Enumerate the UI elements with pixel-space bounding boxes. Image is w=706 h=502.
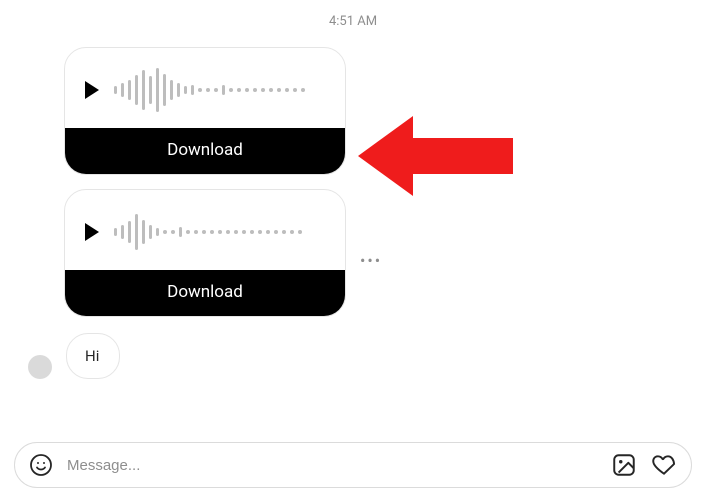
emoji-icon[interactable] xyxy=(29,453,53,477)
message-composer xyxy=(14,442,692,488)
text-message-row: Hi xyxy=(28,333,692,379)
annotation-arrow-icon xyxy=(358,116,513,196)
play-icon[interactable] xyxy=(85,81,99,99)
download-button[interactable]: Download xyxy=(65,128,345,174)
voice-message: Download xyxy=(64,47,346,175)
heart-icon[interactable] xyxy=(651,452,677,478)
text-bubble: Hi xyxy=(66,333,120,379)
play-icon[interactable] xyxy=(85,223,99,241)
waveform-icon xyxy=(114,208,302,256)
gallery-icon[interactable] xyxy=(611,452,637,478)
text-message-content: Hi xyxy=(85,347,99,365)
avatar xyxy=(28,355,52,379)
download-button[interactable]: Download xyxy=(65,270,345,316)
waveform-icon xyxy=(114,66,305,114)
message-options-icon[interactable]: ••• xyxy=(360,253,382,269)
message-input[interactable] xyxy=(67,457,597,474)
voice-player xyxy=(65,48,345,128)
timestamp: 4:51 AM xyxy=(14,14,692,29)
voice-player xyxy=(65,190,345,270)
voice-message: Download xyxy=(64,189,346,317)
